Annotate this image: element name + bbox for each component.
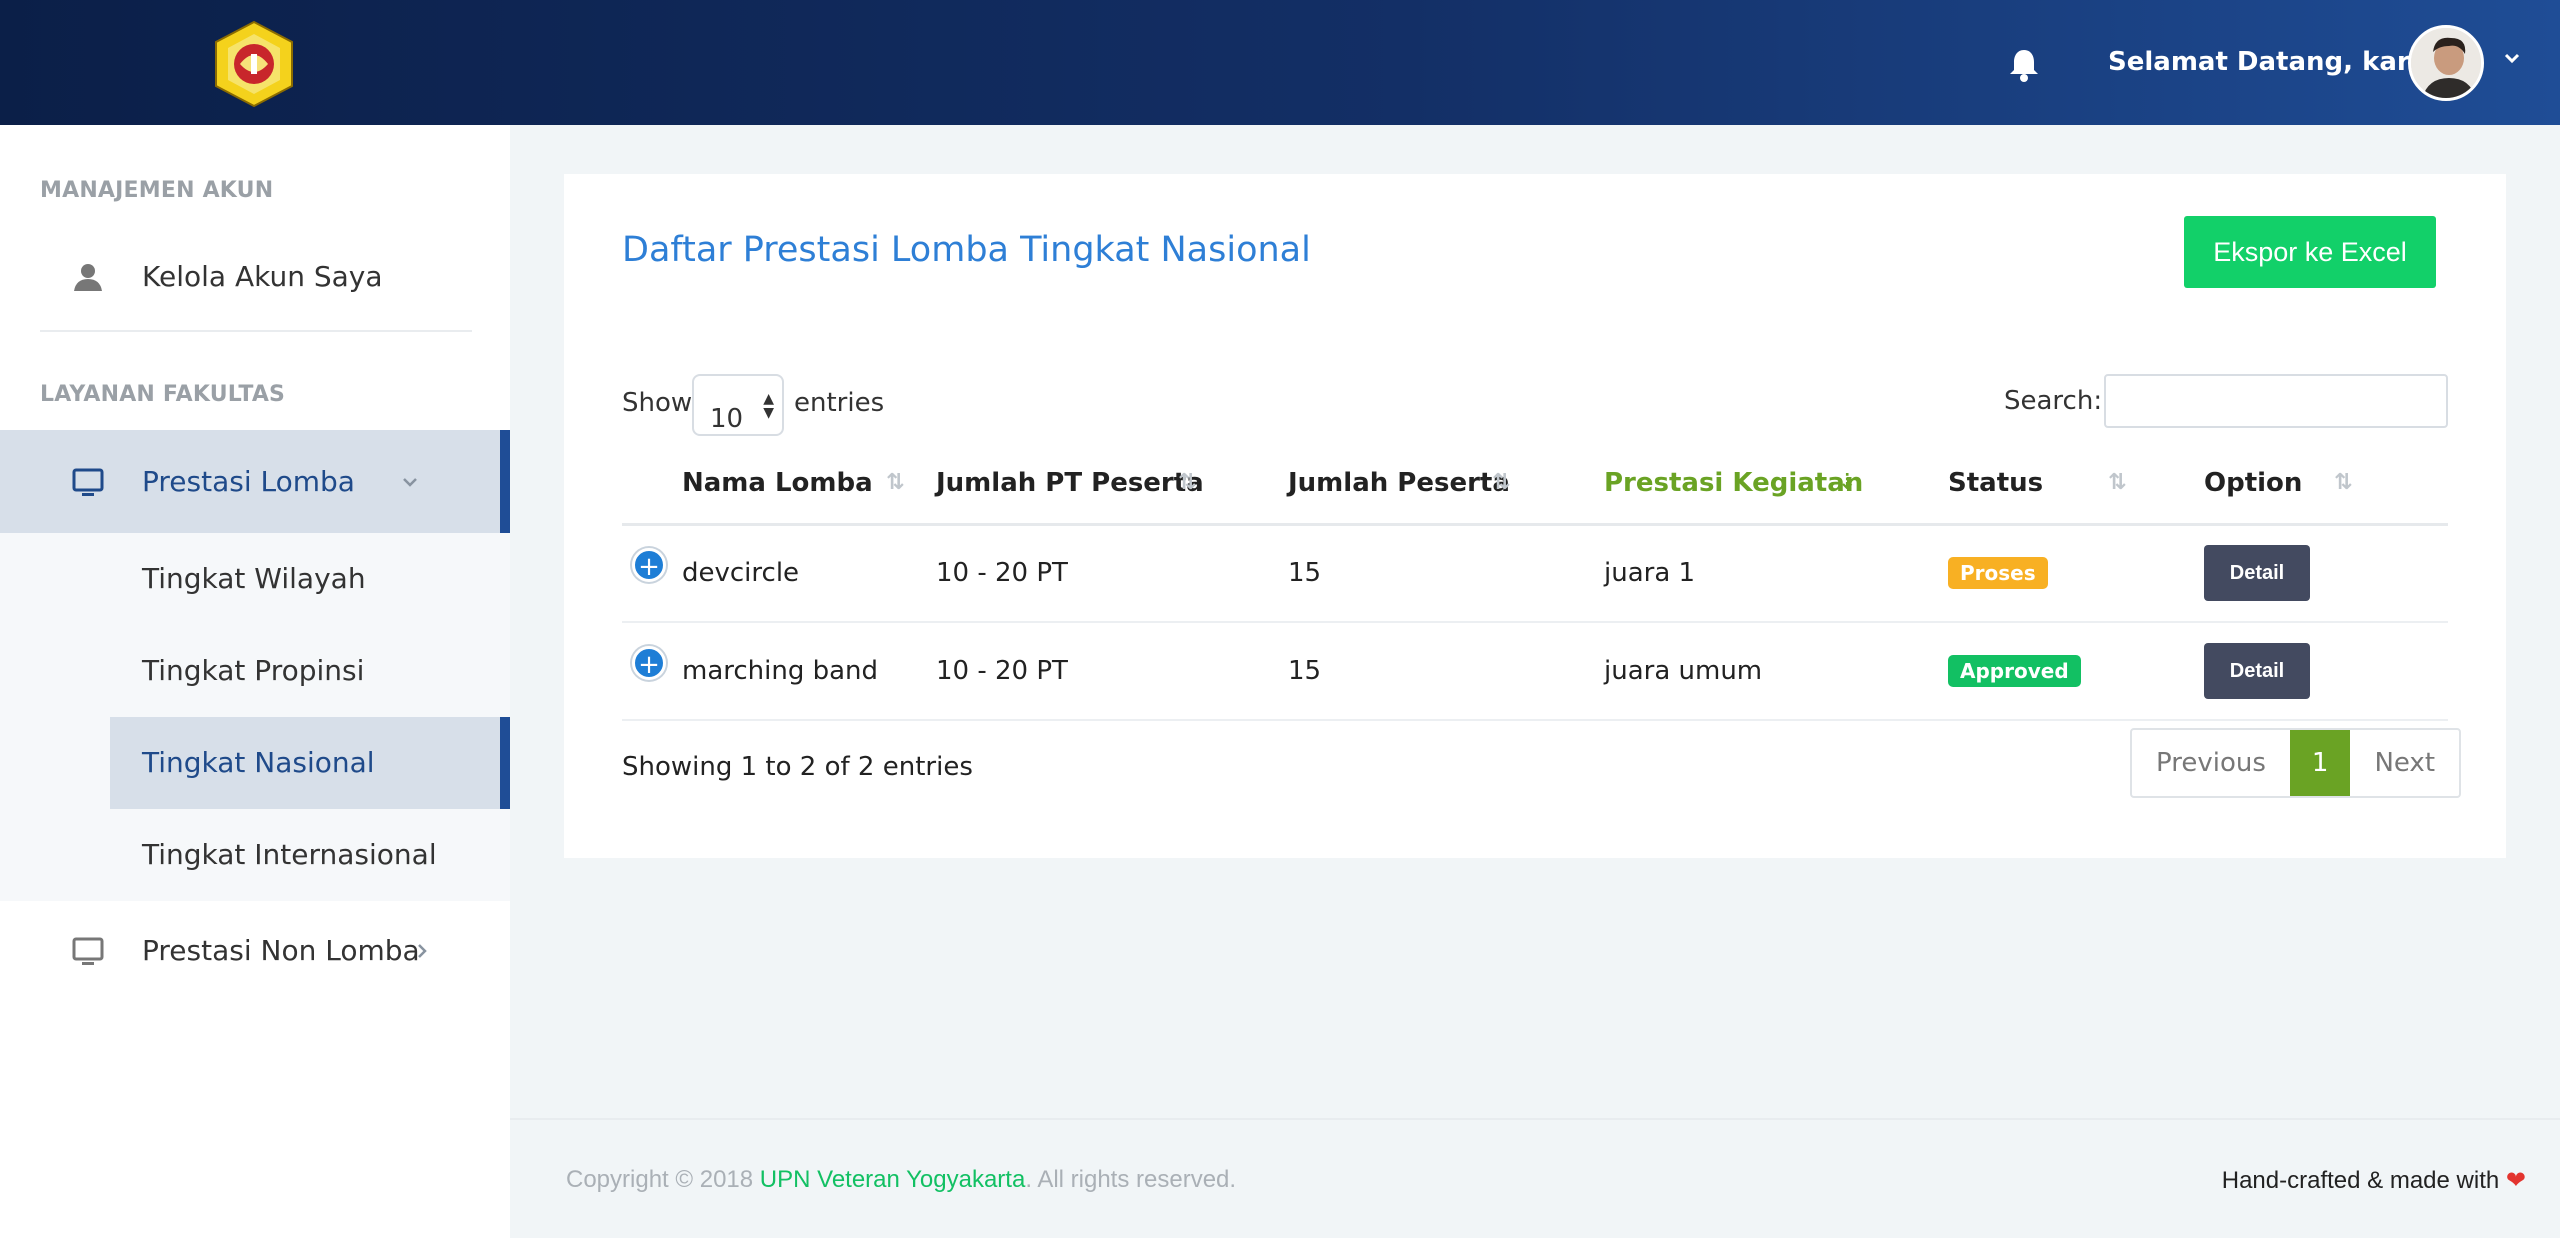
- column-header-jumlah-peserta[interactable]: Jumlah Peserta ⇅: [1288, 444, 1604, 526]
- column-header-label: Nama Lomba: [682, 468, 873, 499]
- cell-jumlah-pt: 10 - 20 PT: [936, 622, 1288, 721]
- detail-button[interactable]: Detail: [2204, 545, 2310, 602]
- entries-select-value: 10: [710, 404, 744, 434]
- top-header: Selamat Datang, karim: [0, 0, 2560, 125]
- column-header-label: Jumlah Peserta: [1288, 468, 1510, 499]
- table-row: + devcircle 10 - 20 PT 15 juara 1 Proses…: [622, 524, 2448, 623]
- cell-option: Detail: [2204, 524, 2448, 623]
- detail-button[interactable]: Detail: [2204, 643, 2310, 699]
- sidebar-subitem-label: Tingkat Nasional: [142, 746, 375, 779]
- sidebar-subitem-label: Tingkat Internasional: [142, 838, 437, 871]
- export-excel-button[interactable]: Ekspor ke Excel: [2184, 216, 2436, 288]
- heart-icon: ❤: [2505, 1167, 2526, 1194]
- cell-text: marching band: [682, 656, 879, 686]
- plus-circle-icon[interactable]: +: [632, 548, 666, 583]
- sort-icon: ⇅: [2108, 470, 2127, 495]
- cell-jumlah-peserta: 15: [1288, 524, 1604, 623]
- show-label: Show: [622, 388, 693, 418]
- sidebar-item-kelola-akun[interactable]: Kelola Akun Saya: [0, 231, 510, 323]
- footer: Copyright © 2018 UPN Veteran Yogyakarta.…: [510, 1118, 2560, 1238]
- bell-icon[interactable]: [2004, 44, 2044, 84]
- section-title-account: MANAJEMEN AKUN: [40, 178, 274, 203]
- column-header-prestasi[interactable]: Prestasi Kegiatan ⇣: [1604, 444, 1948, 526]
- page-title: Daftar Prestasi Lomba Tingkat Nasional: [622, 230, 1311, 270]
- active-indicator: [500, 717, 510, 809]
- sort-icon: ⇅: [2334, 470, 2353, 495]
- column-header-label: Option: [2204, 468, 2303, 499]
- sidebar-subitem-wilayah[interactable]: Tingkat Wilayah: [110, 533, 510, 625]
- pagination-next[interactable]: Next: [2350, 730, 2459, 796]
- sidebar-divider: [40, 330, 472, 332]
- sidebar-item-label: Kelola Akun Saya: [142, 260, 383, 293]
- table-header-row: Nama Lomba ⇅ Jumlah PT Peserta ⇅ Jumlah …: [622, 444, 2448, 526]
- entries-select[interactable]: 10 ▲ ▼: [692, 374, 784, 436]
- cell-prestasi: juara 1: [1604, 524, 1948, 623]
- monitor-icon: [72, 937, 104, 965]
- crafted-text: Hand-crafted & made with ❤: [2222, 1166, 2526, 1195]
- sidebar-subitem-propinsi[interactable]: Tingkat Propinsi: [110, 625, 510, 717]
- cell-status: Proses: [1948, 524, 2204, 623]
- column-header-status[interactable]: Status ⇅: [1948, 444, 2204, 526]
- avatar[interactable]: [2408, 25, 2484, 101]
- crafted-label: Hand-crafted & made with: [2221, 1167, 2506, 1194]
- copyright-prefix: Copyright © 2018: [566, 1166, 760, 1193]
- entries-label: entries: [794, 388, 885, 418]
- column-header-option[interactable]: Option ⇅: [2204, 444, 2448, 526]
- achievements-table: Nama Lomba ⇅ Jumlah PT Peserta ⇅ Jumlah …: [622, 444, 2448, 721]
- column-header-label: Status: [1948, 468, 2044, 499]
- cell-nama-lomba: + devcircle: [622, 524, 936, 623]
- sort-icon: ⇅: [1178, 470, 1197, 495]
- pagination-page-current[interactable]: 1: [2289, 730, 2351, 796]
- sidebar: MANAJEMEN AKUN Kelola Akun Saya LAYANAN …: [0, 125, 510, 1238]
- university-logo[interactable]: [208, 20, 300, 108]
- sidebar-subitem-internasional[interactable]: Tingkat Internasional: [110, 809, 510, 901]
- cell-jumlah-peserta: 15: [1288, 622, 1604, 721]
- table-info: Showing 1 to 2 of 2 entries: [622, 752, 973, 782]
- cell-status: Approved: [1948, 622, 2204, 721]
- sort-desc-icon: ⇣: [1838, 470, 1857, 495]
- sidebar-item-label: Prestasi Lomba: [142, 465, 355, 498]
- status-badge: Proses: [1948, 557, 2048, 590]
- plus-circle-icon[interactable]: +: [632, 646, 666, 680]
- search-label: Search:: [2004, 386, 2103, 416]
- sidebar-item-prestasi-non-lomba[interactable]: Prestasi Non Lomba: [0, 905, 510, 997]
- user-icon: [74, 264, 102, 291]
- pagination: Previous 1 Next: [2130, 728, 2462, 798]
- status-badge: Approved: [1948, 655, 2081, 687]
- cell-text: devcircle: [682, 558, 800, 589]
- sidebar-subitem-nasional[interactable]: Tingkat Nasional: [110, 717, 510, 809]
- chevron-down-icon[interactable]: [2500, 46, 2524, 70]
- sidebar-item-prestasi-lomba[interactable]: Prestasi Lomba: [0, 430, 510, 533]
- pagination-previous[interactable]: Previous: [2132, 730, 2290, 796]
- cell-option: Detail: [2204, 622, 2448, 721]
- column-header-label: Prestasi Kegiatan: [1604, 468, 1864, 499]
- welcome-text: Selamat Datang, karim: [2108, 47, 2446, 77]
- cell-prestasi: juara umum: [1604, 622, 1948, 721]
- sort-icon: ⇅: [1492, 470, 1511, 495]
- sidebar-item-label: Prestasi Non Lomba: [142, 934, 420, 967]
- sort-icon: ⇅: [886, 470, 905, 495]
- sidebar-subitem-label: Tingkat Propinsi: [142, 654, 365, 687]
- search-input[interactable]: [2104, 374, 2448, 428]
- table-row: + marching band 10 - 20 PT 15 juara umum…: [622, 622, 2448, 721]
- section-title-faculty: LAYANAN FAKULTAS: [40, 382, 286, 407]
- copyright-text: Copyright © 2018 UPN Veteran Yogyakarta.…: [566, 1166, 1236, 1194]
- avatar-image: [2411, 28, 2481, 98]
- column-header-jumlah-pt[interactable]: Jumlah PT Peserta ⇅: [936, 444, 1288, 526]
- cell-jumlah-pt: 10 - 20 PT: [936, 524, 1288, 623]
- column-header-nama-lomba[interactable]: Nama Lomba ⇅: [622, 444, 936, 526]
- copyright-suffix: . All rights reserved.: [1025, 1166, 1237, 1193]
- sidebar-subitem-label: Tingkat Wilayah: [142, 562, 366, 595]
- content-card: Daftar Prestasi Lomba Tingkat Nasional E…: [564, 174, 2506, 858]
- column-header-label: Jumlah PT Peserta: [936, 468, 1204, 499]
- monitor-icon: [72, 468, 104, 496]
- select-arrows-icon: ▲ ▼: [763, 391, 774, 421]
- chevron-down-icon: [403, 478, 417, 487]
- chevron-right-icon: [418, 944, 427, 958]
- active-indicator: [500, 430, 510, 533]
- cell-nama-lomba: + marching band: [622, 622, 936, 721]
- brand-link[interactable]: UPN Veteran Yogyakarta: [760, 1166, 1026, 1193]
